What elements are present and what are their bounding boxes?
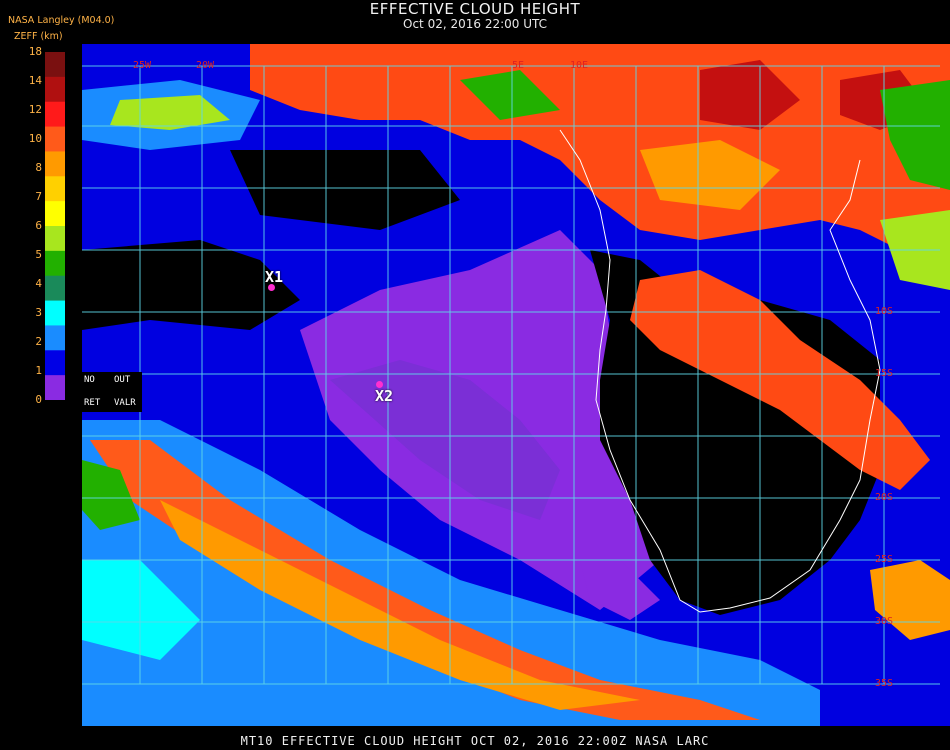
- grid-label-lat: 25S: [875, 554, 894, 565]
- color-scale-bar: [45, 52, 65, 400]
- scale-swatch: [45, 300, 65, 326]
- scale-tick: 12: [28, 103, 42, 116]
- scale-swatch: [45, 350, 65, 376]
- grid-label-lat: 10S: [875, 306, 894, 317]
- cloud-height-map: [82, 44, 950, 726]
- scale-tick: 4: [35, 277, 42, 290]
- grid-label-lon: 10E: [570, 60, 589, 71]
- scale-swatch: [45, 226, 65, 252]
- scale-tick: 0: [35, 393, 42, 406]
- grid-label-lat: 30S: [875, 616, 894, 627]
- scale-tick: 8: [35, 161, 42, 174]
- scale-tick: 2: [35, 335, 42, 348]
- map-title: EFFECTIVE CLOUD HEIGHT: [369, 0, 581, 18]
- grid-label-lon: 25W: [133, 60, 152, 71]
- scale-swatch: [45, 101, 65, 128]
- producer-label: NASA Langley (M04.0): [8, 15, 115, 26]
- scale-swatch: [45, 176, 65, 202]
- scale-swatch: [45, 151, 65, 177]
- grid-label-lat: 20S: [875, 492, 894, 503]
- legend-ret: RET: [84, 398, 101, 408]
- legend-no: NO: [84, 375, 95, 385]
- scale-swatch: [45, 126, 65, 152]
- scale-swatch: [45, 275, 65, 302]
- grid-label-lat: 35S: [875, 678, 894, 689]
- scale-tick: 7: [35, 190, 42, 203]
- map-timestamp: Oct 02, 2016 22:00 UTC: [403, 17, 547, 31]
- units-label: ZEFF (km): [14, 31, 63, 42]
- scale-tick: 14: [28, 74, 42, 87]
- satellite-product-view: EFFECTIVE CLOUD HEIGHT Oct 02, 2016 22:0…: [0, 0, 950, 750]
- scale-swatch: [45, 201, 65, 227]
- legend-out: OUT: [114, 375, 131, 385]
- scale-swatch: [45, 250, 65, 277]
- scale-tick: 3: [35, 306, 42, 319]
- grid-label-lat: 15S: [875, 368, 894, 379]
- marker-x1-label: X1: [265, 268, 284, 286]
- scale-tick: 6: [35, 219, 42, 232]
- scale-tick: 18: [28, 45, 42, 58]
- scale-swatch: [45, 375, 65, 400]
- marker-x2-label: X2: [375, 387, 394, 405]
- legend-valr: VALR: [114, 398, 136, 408]
- scale-tick: 1: [35, 364, 42, 377]
- grid-label-lon: 20W: [196, 60, 215, 71]
- scale-swatch: [45, 52, 65, 78]
- footer-caption: MT10 EFFECTIVE CLOUD HEIGHT OCT 02, 2016…: [240, 734, 710, 748]
- grid-label-lon: 5E: [512, 60, 525, 71]
- scale-swatch: [45, 325, 65, 351]
- scale-swatch: [45, 76, 65, 103]
- retrieval-legend: NO OUT RET VALR: [80, 372, 142, 412]
- scale-tick: 10: [28, 132, 42, 145]
- scale-tick: 5: [35, 248, 42, 261]
